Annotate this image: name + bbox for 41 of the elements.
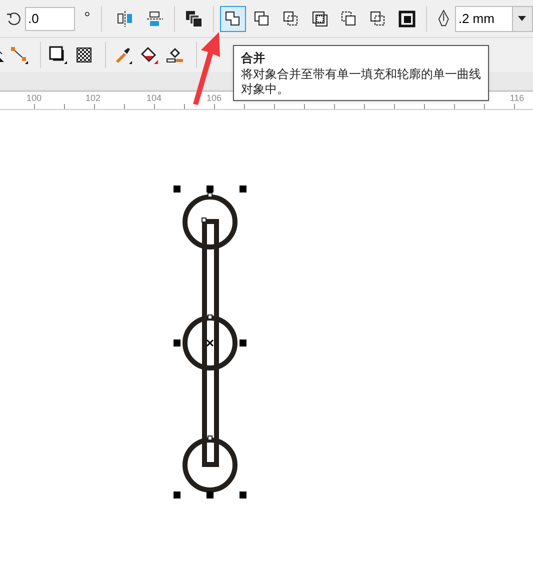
paint-bucket-icon	[139, 45, 159, 65]
eyedropper-icon	[113, 45, 133, 65]
group-icon	[184, 8, 204, 28]
rotate-icon	[6, 10, 24, 28]
toolbar-button[interactable]	[8, 44, 30, 66]
intersect-icon	[310, 8, 330, 28]
selection-handle[interactable]	[174, 340, 180, 346]
selection-handle[interactable]	[240, 186, 246, 192]
selection-handle[interactable]	[174, 492, 180, 498]
boundary-icon	[397, 8, 418, 28]
tooltip-title: 合并	[241, 50, 266, 67]
drop-shadow-icon	[48, 45, 68, 65]
selection-handle[interactable]	[174, 186, 180, 192]
connector-icon	[9, 45, 29, 65]
node-marker	[208, 314, 212, 320]
selection-handle[interactable]	[206, 186, 214, 192]
selection-handle[interactable]	[240, 492, 246, 498]
ruler-label: 104	[146, 92, 162, 105]
pen-nib-icon	[437, 8, 450, 28]
node-marker	[202, 218, 206, 222]
toolbar-button[interactable]	[138, 44, 160, 66]
ruler-label: 106	[206, 92, 222, 105]
degree-sign: °	[84, 8, 92, 28]
angle-field[interactable]: .0	[25, 6, 76, 30]
dropdown-caret-icon	[518, 16, 526, 21]
node-marker	[208, 192, 212, 198]
toolbar-button[interactable]	[220, 6, 246, 32]
center-mark-icon	[206, 339, 214, 347]
ruler-label: 102	[85, 92, 101, 105]
ruler-label: 100	[26, 92, 42, 105]
smart-fill-icon	[165, 45, 185, 65]
transparency-icon	[74, 45, 94, 65]
toolbar-button[interactable]	[47, 44, 69, 66]
node-marker	[208, 436, 212, 440]
selection-handle[interactable]	[240, 340, 246, 346]
tooltip-description: 将对象合并至带有单一填充和轮廓的单一曲线对象中。	[241, 67, 481, 97]
outline-width-dropdown[interactable]: .2 mm	[455, 6, 533, 32]
outline-width-value: .2 mm	[457, 10, 496, 28]
mirror-vertical-icon	[145, 8, 166, 28]
ruler-label: 116	[510, 92, 524, 105]
selection-handle[interactable]	[206, 492, 214, 498]
